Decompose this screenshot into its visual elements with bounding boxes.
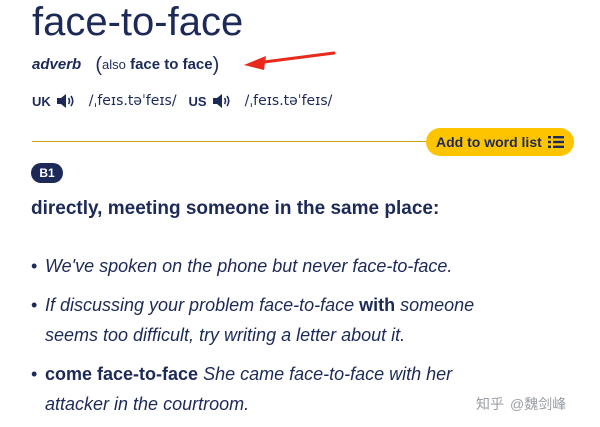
definition: directly, meeting someone in the same pl… [31,198,440,219]
also-label: also [102,57,126,72]
cefr-level-badge: B1 [31,163,63,183]
example-text-line2: seems too difficult, try writing a lette… [45,325,406,345]
us-label: US [188,93,207,109]
collocation-word: with [359,295,396,315]
watermark-author: @魏剑峰 [510,396,567,412]
example-3: • come face-to-face She came face-to-face… [31,359,452,419]
variant-spelling: face to face [130,56,213,73]
example-text: She came face-to-face with her [198,364,453,384]
example-text-start: If discussing your problem face-to-face [45,295,360,315]
uk-audio-speaker-icon[interactable] [55,92,77,110]
part-of-speech: adverb [32,56,82,73]
variant-form: (also face to face) [95,54,220,76]
part-of-speech-line: adverb (also face to face) [32,54,219,77]
uk-label: UK [32,93,51,109]
headword: face-to-face [32,0,244,44]
add-to-word-list-button[interactable]: Add to word list [426,128,574,156]
red-arrow-annotation-icon [244,51,336,70]
us-audio-speaker-icon[interactable] [211,92,233,110]
example-text: We've spoken on the phone but never face… [45,256,453,276]
add-to-word-list-label: Add to word list [436,134,542,150]
example-1: • We've spoken on the phone but never fac… [31,256,453,276]
watermark-site: 知乎 [476,396,504,412]
watermark: 知乎 @魏剑峰 [476,394,566,414]
example-text-end: someone [395,295,475,315]
collocation-phrase: come face-to-face [45,364,199,384]
example-text-line2: attacker in the courtroom. [45,394,250,414]
section-divider [32,141,432,142]
list-icon [547,136,564,148]
example-2: • If discussing your problem face-to-face… [31,290,474,350]
close-paren: ) [212,54,220,76]
us-ipa: /ˌfeɪs.təˈfeɪs/ [244,93,333,109]
pronunciation-line: UK /ˌfeɪs.təˈfeɪs/ US /ˌfeɪs.təˈfeɪs/ [32,92,332,110]
uk-ipa: /ˌfeɪs.təˈfeɪs/ [88,93,177,109]
